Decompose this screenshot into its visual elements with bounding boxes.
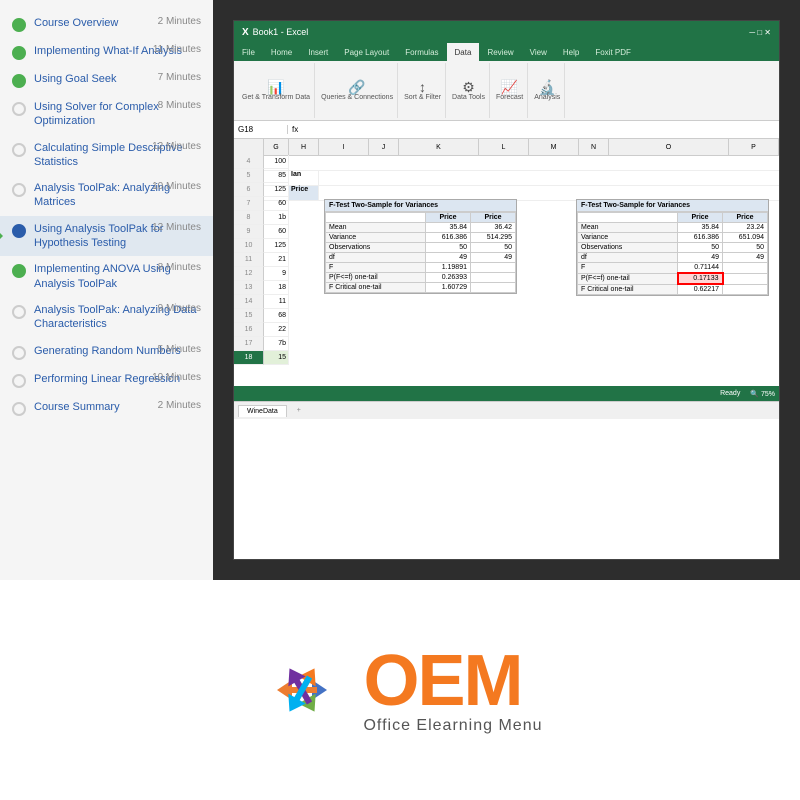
excel-ribbon-content: 📊 Get & Transform Data 🔗 Queries & Conne… (234, 61, 779, 121)
excel-titlebar: X Book1 - Excel ─ □ ✕ (234, 21, 779, 43)
cell-h3: Price (289, 186, 319, 200)
sidebar-item-duration: 2 Minutes (158, 16, 201, 27)
sidebar-item-duration: 9 Minutes (158, 303, 201, 314)
tab-insert[interactable]: Insert (300, 43, 336, 61)
excel-area: X Book1 - Excel ─ □ ✕ File Home Insert P… (213, 0, 800, 580)
oem-text: OEM Office Elearning Menu (363, 645, 542, 735)
ribbon-data-tools: ⚙ Data Tools (448, 63, 490, 118)
status-circle (12, 183, 26, 197)
status-circle (12, 374, 26, 388)
excel-statusbar: Ready 🔍 75% (234, 386, 779, 401)
status-circle (12, 102, 26, 116)
sidebar-item-duration: 12 Minutes (152, 141, 201, 152)
cell-reference[interactable]: G18 (238, 125, 288, 134)
formula-content: fx (292, 125, 298, 134)
oem-logo-text: OEM (363, 645, 542, 717)
excel-title: Book1 - Excel (253, 27, 309, 37)
cell-h2: Ian (289, 171, 319, 185)
course-sidebar: Course Overview2 MinutesImplementing Wha… (0, 0, 213, 580)
sidebar-item-7[interactable]: Implementing ANOVA Using Analysis ToolPa… (0, 256, 213, 297)
bottom-branding: OEM Office Elearning Menu (0, 580, 800, 800)
window-controls[interactable]: ─ □ ✕ (749, 28, 771, 37)
excel-window: X Book1 - Excel ─ □ ✕ File Home Insert P… (233, 20, 780, 560)
ribbon-sort-filter: ↕ Sort & Filter (400, 63, 446, 118)
ftest-right-table: F-Test Two-Sample for Variances Price Pr… (576, 199, 769, 296)
formula-bar: G18 fx (234, 121, 779, 139)
ftest-right-title: F-Test Two-Sample for Variances (577, 200, 768, 212)
tab-view[interactable]: View (522, 43, 555, 61)
sidebar-item-duration: 11 Minutes (153, 44, 201, 55)
sidebar-item-duration: 8 Minutes (158, 262, 201, 273)
sheet-tabs: WineData + (234, 401, 779, 419)
sidebar-item-8[interactable]: Analysis ToolPak: Analyzing Data Charact… (0, 297, 213, 338)
status-circle (12, 46, 26, 60)
tab-formulas[interactable]: Formulas (397, 43, 446, 61)
status-circle (12, 402, 26, 416)
sidebar-item-11[interactable]: Course Summary2 Minutes (0, 394, 213, 422)
ftest-right-col2-header: Price (723, 213, 768, 223)
ribbon-forecast: 📈 Forecast (492, 63, 528, 118)
sidebar-item-4[interactable]: Calculating Simple Descriptive Statistic… (0, 135, 213, 176)
sidebar-item-2[interactable]: Using Goal Seek7 Minutes (0, 66, 213, 94)
ftest-right-data: Price Price Mean 35.84 23.24 Variance 61… (577, 212, 768, 295)
status-circle (12, 264, 26, 278)
status-circle (12, 224, 26, 238)
row-1: 1 (234, 156, 779, 171)
ftest-left-table: F-Test Two-Sample for Variances Price Pr… (324, 199, 517, 294)
oem-tagline: Office Elearning Menu (363, 717, 542, 735)
status-circle (12, 346, 26, 360)
ftest-right-col1-header: Price (678, 213, 723, 223)
sheet-tab-winedata[interactable]: WineData (238, 405, 287, 417)
tab-help[interactable]: Help (555, 43, 587, 61)
sheet-tab-plus[interactable]: + (289, 405, 309, 416)
excel-ribbon-tabs: File Home Insert Page Layout Formulas Da… (234, 43, 779, 61)
excel-logo: X (242, 27, 249, 38)
tab-review[interactable]: Review (479, 43, 521, 61)
sidebar-item-duration: 7 Minutes (158, 72, 201, 83)
oem-logo: OEM Office Elearning Menu (257, 645, 542, 735)
sidebar-item-0[interactable]: Course Overview2 Minutes (0, 10, 213, 38)
ftest-left-col2-header: Price (471, 213, 516, 223)
status-circle (12, 18, 26, 32)
ftest-left-title: F-Test Two-Sample for Variances (325, 200, 516, 212)
ftest-left-data: Price Price Mean 35.84 36.42 Variance 61… (325, 212, 516, 293)
col-headers: G H I J K L M N O P (234, 139, 779, 156)
tab-home[interactable]: Home (263, 43, 300, 61)
row-2: 2 Ian (234, 171, 779, 186)
ribbon-get-data: 📊 Get & Transform Data (238, 63, 315, 118)
ribbon-analysis: 🔬 Analysis (530, 63, 565, 118)
sidebar-item-10[interactable]: Performing Linear Regression10 Minutes (0, 366, 213, 394)
status-circle (12, 74, 26, 88)
sidebar-item-9[interactable]: Generating Random Numbers5 Minutes (0, 338, 213, 366)
col-g-data: 100 85 125 60 1b 60 125 21 9 18 11 68 22… (264, 155, 289, 365)
status-circle (12, 305, 26, 319)
ftest-left-col1-header: Price (426, 213, 471, 223)
ribbon-queries: 🔗 Queries & Connections (317, 63, 398, 118)
sidebar-item-duration: 2 Minutes (158, 400, 201, 411)
sidebar-item-duration: 5 Minutes (158, 344, 201, 355)
sidebar-item-5[interactable]: Analysis ToolPak: Analyzing Matrices10 M… (0, 175, 213, 216)
sidebar-item-duration: 10 Minutes (152, 181, 201, 192)
spreadsheet-area: G H I J K L M N O P 1 2 (234, 139, 779, 419)
sidebar-item-duration: 12 Minutes (152, 222, 201, 233)
oem-arrows-graphic (257, 645, 347, 735)
status-circle (12, 143, 26, 157)
sidebar-item-6[interactable]: Using Analysis ToolPak for Hypothesis Te… (0, 216, 213, 257)
active-arrow-icon (0, 231, 3, 241)
tab-pagelayout[interactable]: Page Layout (336, 43, 397, 61)
tab-foxit[interactable]: Foxit PDF (587, 43, 639, 61)
row-numbers: 4 5 6 7 8 9 10 11 12 13 14 15 16 17 18 (234, 155, 264, 365)
top-section: Course Overview2 MinutesImplementing Wha… (0, 0, 800, 580)
sidebar-item-3[interactable]: Using Solver for Complex Optimization8 M… (0, 94, 213, 135)
sidebar-item-1[interactable]: Implementing What-If Analysis11 Minutes (0, 38, 213, 66)
sidebar-item-duration: 8 Minutes (158, 100, 201, 111)
highlighted-cell: 0.17133 (678, 273, 723, 284)
tab-file[interactable]: File (234, 43, 263, 61)
sidebar-item-duration: 10 Minutes (152, 372, 201, 383)
tab-data[interactable]: Data (447, 43, 480, 61)
